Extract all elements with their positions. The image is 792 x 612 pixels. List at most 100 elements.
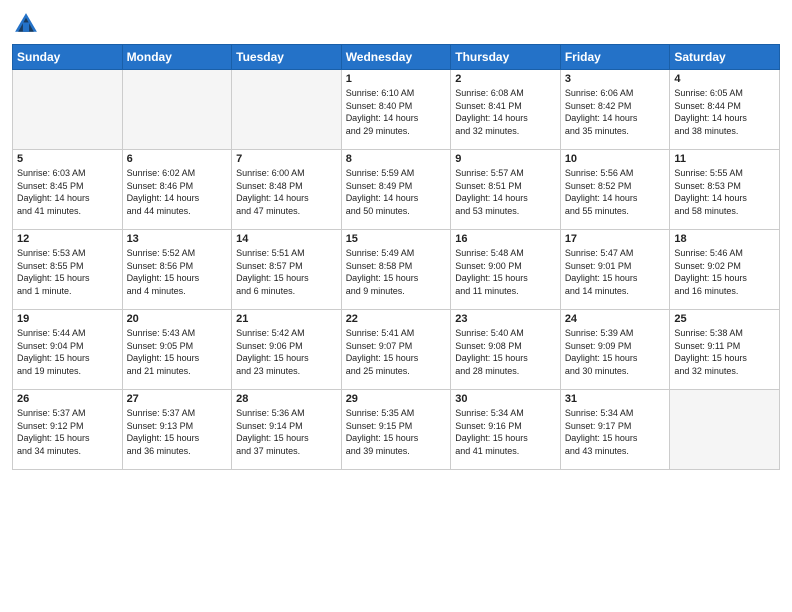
calendar-cell: 19Sunrise: 5:44 AM Sunset: 9:04 PM Dayli… [13, 310, 123, 390]
calendar-cell: 9 Sunrise: 5:57 AM Sunset: 8:51 PM Daylig… [451, 150, 561, 230]
day-number: 10 [565, 153, 666, 165]
day-number: 5 [17, 153, 118, 165]
day-number: 22 [346, 313, 447, 325]
day-number: 30 [455, 393, 556, 405]
week-row-2: 5Sunrise: 6:03 AM Sunset: 8:45 PM Daylig… [13, 150, 780, 230]
day-number: 25 [674, 313, 775, 325]
cell-info: Sunrise: 5:34 AM Sunset: 9:17 PM Dayligh… [565, 407, 666, 457]
cell-info: Sunrise: 5:53 AM Sunset: 8:55 PM Dayligh… [17, 247, 118, 297]
day-number: 6 [127, 153, 228, 165]
cell-info: Sunrise: 5:34 AM Sunset: 9:16 PM Dayligh… [455, 407, 556, 457]
calendar-cell: 14Sunrise: 5:51 AM Sunset: 8:57 PM Dayli… [232, 230, 342, 310]
cell-info: Sunrise: 5:37 AM Sunset: 9:12 PM Dayligh… [17, 407, 118, 457]
calendar-cell: 2 Sunrise: 6:08 AM Sunset: 8:41 PM Daylig… [451, 70, 561, 150]
cell-info: Sunrise: 5:39 AM Sunset: 9:09 PM Dayligh… [565, 327, 666, 377]
cell-info: Sunrise: 5:52 AM Sunset: 8:56 PM Dayligh… [127, 247, 228, 297]
weekday-header-row: SundayMondayTuesdayWednesdayThursdayFrid… [13, 45, 780, 70]
day-number: 26 [17, 393, 118, 405]
day-number: 20 [127, 313, 228, 325]
calendar-cell: 21 Sunrise: 5:42 AM Sunset: 9:06 PM Dayli… [232, 310, 342, 390]
week-row-4: 19Sunrise: 5:44 AM Sunset: 9:04 PM Dayli… [13, 310, 780, 390]
day-number: 13 [127, 233, 228, 245]
day-number: 31 [565, 393, 666, 405]
calendar-cell: 27 Sunrise: 5:37 AM Sunset: 9:13 PM Dayli… [122, 390, 232, 470]
day-number: 27 [127, 393, 228, 405]
weekday-header-saturday: Saturday [670, 45, 780, 70]
calendar-cell: 22 Sunrise: 5:41 AM Sunset: 9:07 PM Dayli… [341, 310, 451, 390]
day-number: 17 [565, 233, 666, 245]
weekday-header-wednesday: Wednesday [341, 45, 451, 70]
calendar-cell: 20 Sunrise: 5:43 AM Sunset: 9:05 PM Dayli… [122, 310, 232, 390]
calendar-cell: 29Sunrise: 5:35 AM Sunset: 9:15 PM Dayli… [341, 390, 451, 470]
cell-info: Sunrise: 5:43 AM Sunset: 9:05 PM Dayligh… [127, 327, 228, 377]
cell-info: Sunrise: 6:00 AM Sunset: 8:48 PM Dayligh… [236, 167, 337, 217]
calendar-cell: 26 Sunrise: 5:37 AM Sunset: 9:12 PM Dayli… [13, 390, 123, 470]
cell-info: Sunrise: 5:56 AM Sunset: 8:52 PM Dayligh… [565, 167, 666, 217]
cell-info: Sunrise: 6:05 AM Sunset: 8:44 PM Dayligh… [674, 87, 775, 137]
day-number: 15 [346, 233, 447, 245]
weekday-header-tuesday: Tuesday [232, 45, 342, 70]
day-number: 3 [565, 73, 666, 85]
calendar: SundayMondayTuesdayWednesdayThursdayFrid… [12, 44, 780, 470]
cell-info: Sunrise: 5:47 AM Sunset: 9:01 PM Dayligh… [565, 247, 666, 297]
page: SundayMondayTuesdayWednesdayThursdayFrid… [0, 0, 792, 612]
day-number: 14 [236, 233, 337, 245]
day-number: 21 [236, 313, 337, 325]
day-number: 24 [565, 313, 666, 325]
cell-info: Sunrise: 5:41 AM Sunset: 9:07 PM Dayligh… [346, 327, 447, 377]
weekday-header-thursday: Thursday [451, 45, 561, 70]
day-number: 9 [455, 153, 556, 165]
calendar-cell: 11 Sunrise: 5:55 AM Sunset: 8:53 PM Dayli… [670, 150, 780, 230]
cell-info: Sunrise: 6:02 AM Sunset: 8:46 PM Dayligh… [127, 167, 228, 217]
cell-info: Sunrise: 5:49 AM Sunset: 8:58 PM Dayligh… [346, 247, 447, 297]
day-number: 4 [674, 73, 775, 85]
cell-info: Sunrise: 5:35 AM Sunset: 9:15 PM Dayligh… [346, 407, 447, 457]
weekday-header-monday: Monday [122, 45, 232, 70]
cell-info: Sunrise: 5:57 AM Sunset: 8:51 PM Dayligh… [455, 167, 556, 217]
day-number: 11 [674, 153, 775, 165]
calendar-cell: 18Sunrise: 5:46 AM Sunset: 9:02 PM Dayli… [670, 230, 780, 310]
day-number: 16 [455, 233, 556, 245]
calendar-cell: 6 Sunrise: 6:02 AM Sunset: 8:46 PM Daylig… [122, 150, 232, 230]
header [12, 10, 780, 38]
calendar-cell: 8 Sunrise: 5:59 AM Sunset: 8:49 PM Daylig… [341, 150, 451, 230]
calendar-cell: 1 Sunrise: 6:10 AM Sunset: 8:40 PM Daylig… [341, 70, 451, 150]
day-number: 12 [17, 233, 118, 245]
day-number: 1 [346, 73, 447, 85]
calendar-cell: 4 Sunrise: 6:05 AM Sunset: 8:44 PM Daylig… [670, 70, 780, 150]
calendar-cell: 24 Sunrise: 5:39 AM Sunset: 9:09 PM Dayli… [560, 310, 670, 390]
calendar-cell [232, 70, 342, 150]
calendar-cell: 23Sunrise: 5:40 AM Sunset: 9:08 PM Dayli… [451, 310, 561, 390]
cell-info: Sunrise: 5:38 AM Sunset: 9:11 PM Dayligh… [674, 327, 775, 377]
day-number: 2 [455, 73, 556, 85]
cell-info: Sunrise: 5:40 AM Sunset: 9:08 PM Dayligh… [455, 327, 556, 377]
calendar-cell: 10 Sunrise: 5:56 AM Sunset: 8:52 PM Dayli… [560, 150, 670, 230]
calendar-cell: 3 Sunrise: 6:06 AM Sunset: 8:42 PM Daylig… [560, 70, 670, 150]
calendar-cell [13, 70, 123, 150]
day-number: 28 [236, 393, 337, 405]
calendar-cell: 12 Sunrise: 5:53 AM Sunset: 8:55 PM Dayli… [13, 230, 123, 310]
calendar-cell: 16Sunrise: 5:48 AM Sunset: 9:00 PM Dayli… [451, 230, 561, 310]
day-number: 8 [346, 153, 447, 165]
calendar-cell: 31 Sunrise: 5:34 AM Sunset: 9:17 PM Dayli… [560, 390, 670, 470]
calendar-cell: 15 Sunrise: 5:49 AM Sunset: 8:58 PM Dayli… [341, 230, 451, 310]
cell-info: Sunrise: 6:06 AM Sunset: 8:42 PM Dayligh… [565, 87, 666, 137]
weekday-header-sunday: Sunday [13, 45, 123, 70]
week-row-1: 1 Sunrise: 6:10 AM Sunset: 8:40 PM Daylig… [13, 70, 780, 150]
week-row-5: 26 Sunrise: 5:37 AM Sunset: 9:12 PM Dayli… [13, 390, 780, 470]
cell-info: Sunrise: 6:10 AM Sunset: 8:40 PM Dayligh… [346, 87, 447, 137]
cell-info: Sunrise: 6:08 AM Sunset: 8:41 PM Dayligh… [455, 87, 556, 137]
cell-info: Sunrise: 5:59 AM Sunset: 8:49 PM Dayligh… [346, 167, 447, 217]
logo-icon [12, 10, 40, 38]
calendar-cell [670, 390, 780, 470]
logo [12, 10, 44, 38]
cell-info: Sunrise: 5:55 AM Sunset: 8:53 PM Dayligh… [674, 167, 775, 217]
cell-info: Sunrise: 5:36 AM Sunset: 9:14 PM Dayligh… [236, 407, 337, 457]
cell-info: Sunrise: 5:37 AM Sunset: 9:13 PM Dayligh… [127, 407, 228, 457]
cell-info: Sunrise: 5:42 AM Sunset: 9:06 PM Dayligh… [236, 327, 337, 377]
calendar-cell [122, 70, 232, 150]
calendar-cell: 25 Sunrise: 5:38 AM Sunset: 9:11 PM Dayli… [670, 310, 780, 390]
day-number: 18 [674, 233, 775, 245]
calendar-cell: 30 Sunrise: 5:34 AM Sunset: 9:16 PM Dayli… [451, 390, 561, 470]
calendar-cell: 13 Sunrise: 5:52 AM Sunset: 8:56 PM Dayli… [122, 230, 232, 310]
